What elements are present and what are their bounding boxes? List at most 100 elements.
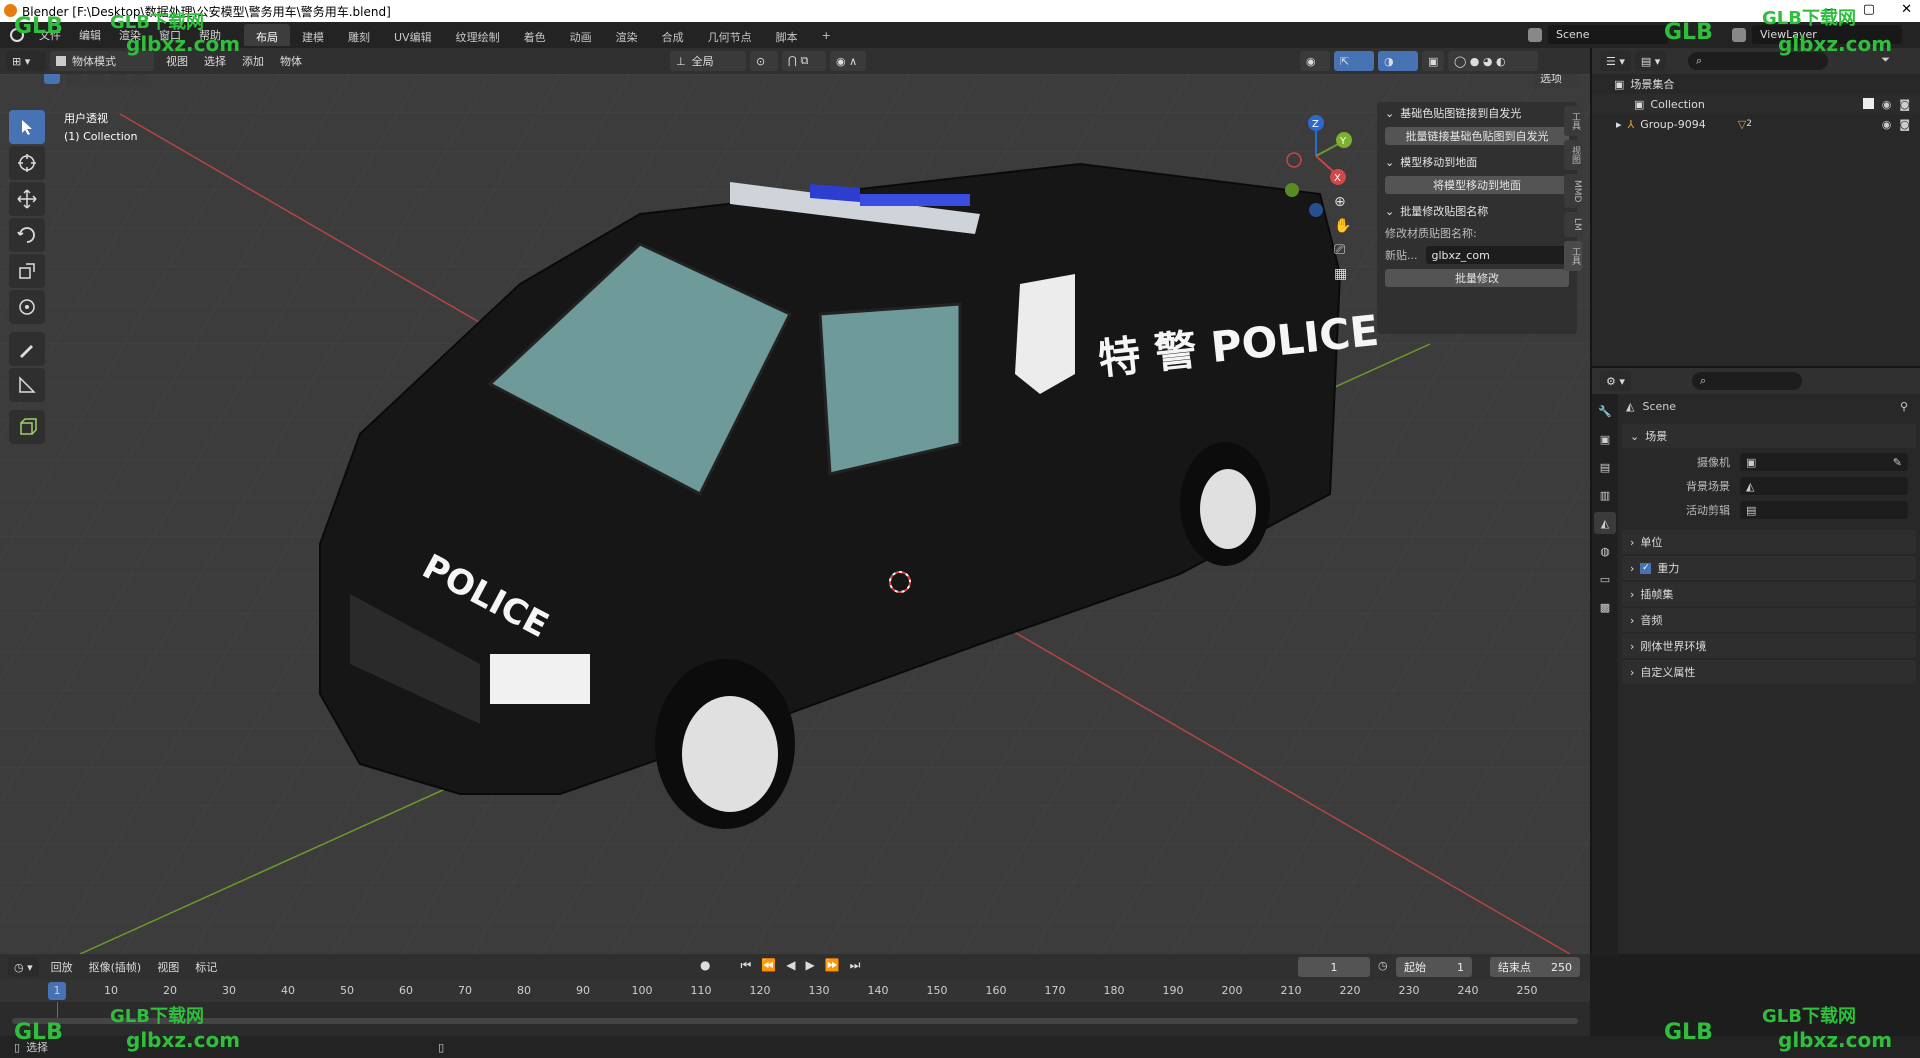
options-dropdown[interactable]: 选项 <box>1534 74 1584 88</box>
world-tab-icon[interactable]: ◍ <box>1594 540 1616 562</box>
output-tab-icon[interactable]: ▤ <box>1594 456 1616 478</box>
ortho-grid-icon[interactable]: ▦ <box>1334 266 1351 282</box>
np-section-rename[interactable]: ⌄ 批量修改贴图名称 <box>1377 200 1577 222</box>
gravity-checkbox[interactable]: ✓ <box>1640 562 1652 574</box>
menu-object[interactable]: 物体 <box>272 53 310 69</box>
select-intersect-icon[interactable] <box>132 74 148 84</box>
exclude-checkbox[interactable] <box>1862 97 1874 109</box>
collection-tab-icon[interactable]: ▭ <box>1594 568 1616 590</box>
tool-scale[interactable] <box>9 254 45 288</box>
npanel-tab-lm[interactable]: LM <box>1564 212 1582 238</box>
np-section-emission[interactable]: ⌄ 基础色贴图链接到自发光 <box>1377 102 1577 124</box>
jump-start-icon[interactable]: ⏮ <box>740 958 751 973</box>
tab-geometry-nodes[interactable]: 几何节点 <box>696 24 764 46</box>
scene-collection-row[interactable]: ▣ 场景集合 <box>1592 74 1920 94</box>
pivot-point-button[interactable]: ⊙ <box>750 51 778 71</box>
overlay-toggle[interactable]: ◑ <box>1378 51 1418 71</box>
section-scene[interactable]: ⌄ 场景 <box>1622 424 1916 448</box>
tab-texture-paint[interactable]: 纹理绘制 <box>444 24 512 46</box>
move-to-ground-button[interactable]: 将模型移动到地面 <box>1385 176 1569 194</box>
gizmo-toggle[interactable]: ⇱ <box>1334 51 1374 71</box>
section-keying-sets[interactable]: › 插帧集 <box>1622 582 1916 606</box>
display-mode-icon[interactable]: ▤ ▾ <box>1634 51 1667 71</box>
editor-type-button[interactable]: ⊞ ▾ <box>6 51 46 71</box>
section-units[interactable]: › 单位 <box>1622 530 1916 554</box>
npanel-tab-view[interactable]: 视图 <box>1564 140 1582 170</box>
add-workspace-button[interactable]: + <box>810 24 843 46</box>
new-texture-name-input[interactable]: glbxz_com <box>1425 246 1569 264</box>
camera-icon[interactable]: ◙ <box>1899 118 1910 131</box>
start-frame-field[interactable]: 起始 1 <box>1396 957 1472 977</box>
tool-annotate[interactable] <box>9 332 45 366</box>
close-button[interactable]: ✕ <box>1901 2 1912 17</box>
proportional-edit-button[interactable]: ◉ ∧ <box>830 51 866 71</box>
maximize-button[interactable]: ▢ <box>1863 2 1875 17</box>
tab-rendering[interactable]: 渲染 <box>604 24 650 46</box>
tool-tab-icon[interactable]: 🔧 <box>1594 400 1616 422</box>
properties-search-input[interactable]: ⌕ <box>1692 372 1802 390</box>
frame-ruler[interactable]: 1 10 20 30 40 50 60 70 80 90 100 110 120… <box>0 980 1590 1002</box>
timeline-scrollbar[interactable] <box>12 1018 1578 1024</box>
background-scene-field[interactable]: ◭ <box>1740 477 1908 495</box>
tool-add-cube[interactable] <box>9 410 45 444</box>
section-custom-properties[interactable]: › 自定义属性 <box>1622 660 1916 684</box>
3d-viewport[interactable]: 特 警 POLICE POLICE Z Y X 用户透视 (1) Collect… <box>0 74 1590 954</box>
np-section-ground[interactable]: ⌄ 模型移动到地面 <box>1377 151 1577 173</box>
current-frame-field[interactable]: 1 <box>1298 957 1370 977</box>
select-subtract-icon[interactable] <box>88 74 104 84</box>
outliner-row-group[interactable]: ▸ ⅄ Group-9094 ▽ 2 ◉ ◙ <box>1592 114 1920 134</box>
section-rigidbody-world[interactable]: › 刚体世界环境 <box>1622 634 1916 658</box>
zoom-icon[interactable]: ⊕ <box>1334 194 1351 210</box>
eye-icon[interactable]: ◉ <box>1882 118 1892 131</box>
menu-keying[interactable]: 抠像(插帧) <box>81 959 150 975</box>
active-clip-field[interactable]: ▤ <box>1740 501 1908 519</box>
npanel-tab-mmd[interactable]: MMD <box>1564 174 1582 209</box>
menu-marker[interactable]: 标记 <box>187 959 225 975</box>
npanel-tab-tool-2[interactable]: 工具 <box>1564 241 1582 272</box>
tool-move[interactable] <box>9 182 45 216</box>
tool-cursor[interactable] <box>9 146 45 180</box>
stopwatch-icon[interactable]: ◷ <box>1378 959 1388 972</box>
pin-icon[interactable]: ⚲ <box>1900 400 1908 413</box>
render-tab-icon[interactable]: ▣ <box>1594 428 1616 450</box>
tab-shading[interactable]: 着色 <box>512 24 558 46</box>
eyedropper-icon[interactable]: ✎ <box>1893 456 1902 469</box>
play-reverse-icon[interactable]: ◀ <box>786 958 795 973</box>
menu-edit[interactable]: 编辑 <box>70 27 110 43</box>
texture-tab-icon[interactable]: ▩ <box>1594 596 1616 618</box>
tab-layout[interactable]: 布局 <box>244 24 290 46</box>
jump-end-icon[interactable]: ⏭ <box>850 958 861 973</box>
camera-icon[interactable]: ◙ <box>1899 98 1910 111</box>
expand-arrow-icon[interactable]: ▸ <box>1616 118 1622 131</box>
select-new-icon[interactable] <box>44 74 60 84</box>
end-frame-field[interactable]: 结束点 250 <box>1490 957 1580 977</box>
menu-playback[interactable]: 回放 <box>43 959 81 975</box>
tool-select-box[interactable] <box>9 110 45 144</box>
tab-scripting[interactable]: 脚本 <box>764 24 810 46</box>
prev-keyframe-icon[interactable]: ⏪ <box>761 958 776 973</box>
play-icon[interactable]: ▶ <box>805 958 814 973</box>
shading-modes[interactable]: ◯ ● ◕ ◐ <box>1448 51 1538 71</box>
tool-measure[interactable] <box>9 368 45 402</box>
section-gravity[interactable]: › ✓ 重力 <box>1622 556 1916 580</box>
properties-editor-icon[interactable]: ⚙ ▾ <box>1600 371 1631 391</box>
link-basecolor-emission-button[interactable]: 批量链接基础色贴图到自发光 <box>1385 127 1569 145</box>
record-icon[interactable]: ● <box>700 958 710 973</box>
select-invert-icon[interactable] <box>110 74 126 84</box>
batch-rename-button[interactable]: 批量修改 <box>1385 269 1569 287</box>
visibility-button[interactable]: ◉ <box>1300 51 1330 71</box>
menu-timeline-view[interactable]: 视图 <box>149 959 187 975</box>
outliner-row-collection[interactable]: ▣ Collection ◉ ◙ <box>1592 94 1920 114</box>
tool-transform[interactable] <box>9 290 45 324</box>
camera-field[interactable]: ▣ ✎ <box>1740 453 1908 471</box>
timeline-editor-icon[interactable]: ◷ ▾ <box>8 957 39 977</box>
pan-hand-icon[interactable]: ✋ <box>1334 218 1351 234</box>
eye-icon[interactable]: ◉ <box>1882 98 1892 111</box>
scene-tab-icon[interactable]: ◭ <box>1594 512 1616 534</box>
select-extend-icon[interactable] <box>66 74 82 84</box>
tab-compositing[interactable]: 合成 <box>650 24 696 46</box>
next-keyframe-icon[interactable]: ⏩ <box>825 958 840 973</box>
tab-uv-editing[interactable]: UV编辑 <box>382 24 444 46</box>
viewlayer-tab-icon[interactable]: ▥ <box>1594 484 1616 506</box>
section-audio[interactable]: › 音频 <box>1622 608 1916 632</box>
